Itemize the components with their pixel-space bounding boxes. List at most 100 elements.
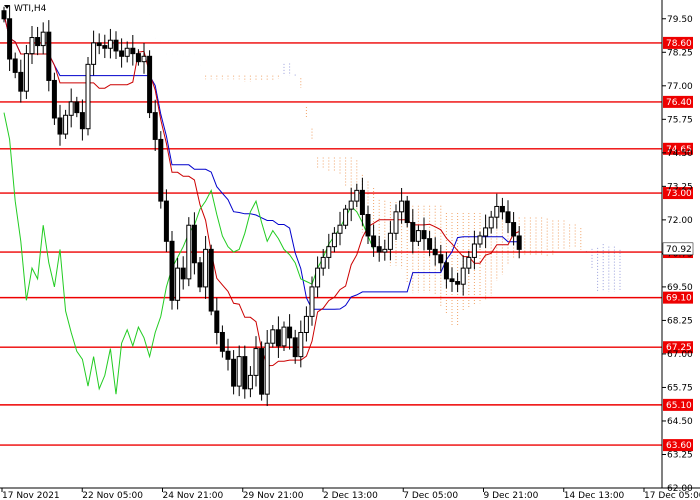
y-tick-label: 63.25	[667, 450, 693, 460]
x-tick-label: 17 Nov 2021	[2, 491, 60, 500]
y-tick-label: 73.25	[667, 182, 693, 192]
candle-body	[85, 63, 91, 130]
candle-body	[253, 348, 259, 376]
y-tick-label: 77.00	[667, 82, 693, 92]
y-tick-label: 69.50	[667, 283, 693, 293]
candle-body	[12, 58, 18, 73]
candle-body	[455, 281, 461, 285]
candle-body	[404, 200, 410, 224]
candle-body	[505, 211, 511, 224]
candle-body	[477, 235, 483, 245]
candle-body	[399, 200, 405, 213]
candle-body	[180, 267, 186, 280]
candle-body	[376, 246, 382, 253]
candle-body	[247, 374, 253, 390]
candle-body	[298, 331, 304, 358]
candle-body	[511, 222, 517, 237]
candle-body	[119, 50, 125, 57]
candle-body	[208, 248, 214, 312]
candle-body	[102, 45, 108, 49]
chart-background	[0, 0, 700, 500]
candle-body	[371, 235, 377, 248]
candle-body	[141, 55, 147, 63]
candle-body	[264, 342, 270, 395]
candle-body	[438, 254, 444, 264]
candle-body	[68, 101, 74, 116]
candle-body	[74, 101, 80, 114]
candle-body	[130, 47, 136, 55]
y-tick-label: 74.50	[667, 149, 693, 159]
candle-body	[275, 329, 281, 347]
candle-body	[231, 358, 237, 387]
y-tick-label: 65.75	[667, 383, 693, 393]
candle-body	[29, 37, 35, 55]
level-label: 76.40	[666, 98, 692, 108]
candle-body	[242, 356, 248, 390]
candle-body	[197, 262, 203, 288]
candle-body	[471, 243, 477, 258]
x-tick-label: 7 Dec 05:00	[403, 491, 458, 500]
y-tick-label: 72.00	[667, 216, 693, 226]
candle-body	[382, 248, 388, 253]
y-tick-label: 75.75	[667, 115, 693, 125]
chart-title: WTI,H4	[14, 4, 47, 14]
candle-body	[158, 138, 164, 202]
candle-body	[466, 256, 472, 269]
candle-body	[281, 326, 287, 347]
candle-body	[40, 31, 46, 47]
candle-body	[337, 224, 343, 234]
candle-body	[326, 246, 332, 258]
candle-body	[152, 112, 158, 140]
candle-body	[1, 10, 7, 20]
x-tick-label: 24 Nov 21:00	[163, 491, 224, 500]
candle-body	[236, 356, 242, 387]
candle-body	[494, 205, 500, 218]
candle-body	[365, 214, 371, 237]
candle-body	[315, 267, 321, 288]
x-tick-label: 9 Dec 21:00	[484, 491, 539, 500]
candle-body	[303, 315, 309, 333]
candle-body	[203, 248, 209, 288]
current-price-label: 70.92	[666, 245, 692, 255]
candle-body	[488, 216, 494, 229]
candle-body	[147, 55, 153, 114]
candle-body	[91, 42, 97, 65]
candle-body	[348, 200, 354, 210]
candle-body	[113, 39, 119, 52]
candle-body	[124, 47, 130, 57]
x-tick-label: 17 Dec 05:00	[644, 491, 700, 500]
candle-body	[331, 232, 337, 248]
level-label: 65.10	[666, 401, 692, 411]
candle-body	[516, 235, 522, 250]
candle-body	[387, 232, 393, 250]
price-chart: 78.6076.4074.6573.0070.8069.1067.2565.10…	[0, 0, 700, 500]
candle-body	[499, 205, 505, 213]
candle-body	[292, 337, 298, 358]
y-tick-label: 68.25	[667, 316, 693, 326]
candle-body	[393, 211, 399, 234]
candle-body	[63, 114, 69, 135]
candle-body	[359, 189, 365, 216]
y-tick-label: 79.50	[667, 15, 693, 25]
candle-body	[287, 326, 293, 339]
x-tick-label: 22 Nov 05:00	[82, 491, 143, 500]
candle-body	[443, 262, 449, 280]
candle-body	[23, 53, 29, 92]
x-tick-label: 29 Nov 21:00	[243, 491, 304, 500]
candle-body	[427, 238, 433, 250]
candle-body	[270, 329, 276, 344]
candle-body	[191, 224, 197, 264]
candle-body	[186, 224, 192, 280]
candle-body	[57, 117, 63, 135]
y-tick-label: 64.50	[667, 417, 693, 427]
candle-body	[214, 310, 220, 333]
candle-body	[225, 350, 231, 360]
y-tick-label: 78.25	[667, 48, 693, 58]
candle-body	[415, 230, 421, 242]
candle-body	[79, 112, 85, 130]
candle-body	[354, 189, 360, 202]
candle-body	[175, 267, 181, 301]
y-tick-label: 67.00	[667, 350, 693, 360]
candle-body	[46, 31, 52, 81]
candle-body	[163, 200, 169, 242]
